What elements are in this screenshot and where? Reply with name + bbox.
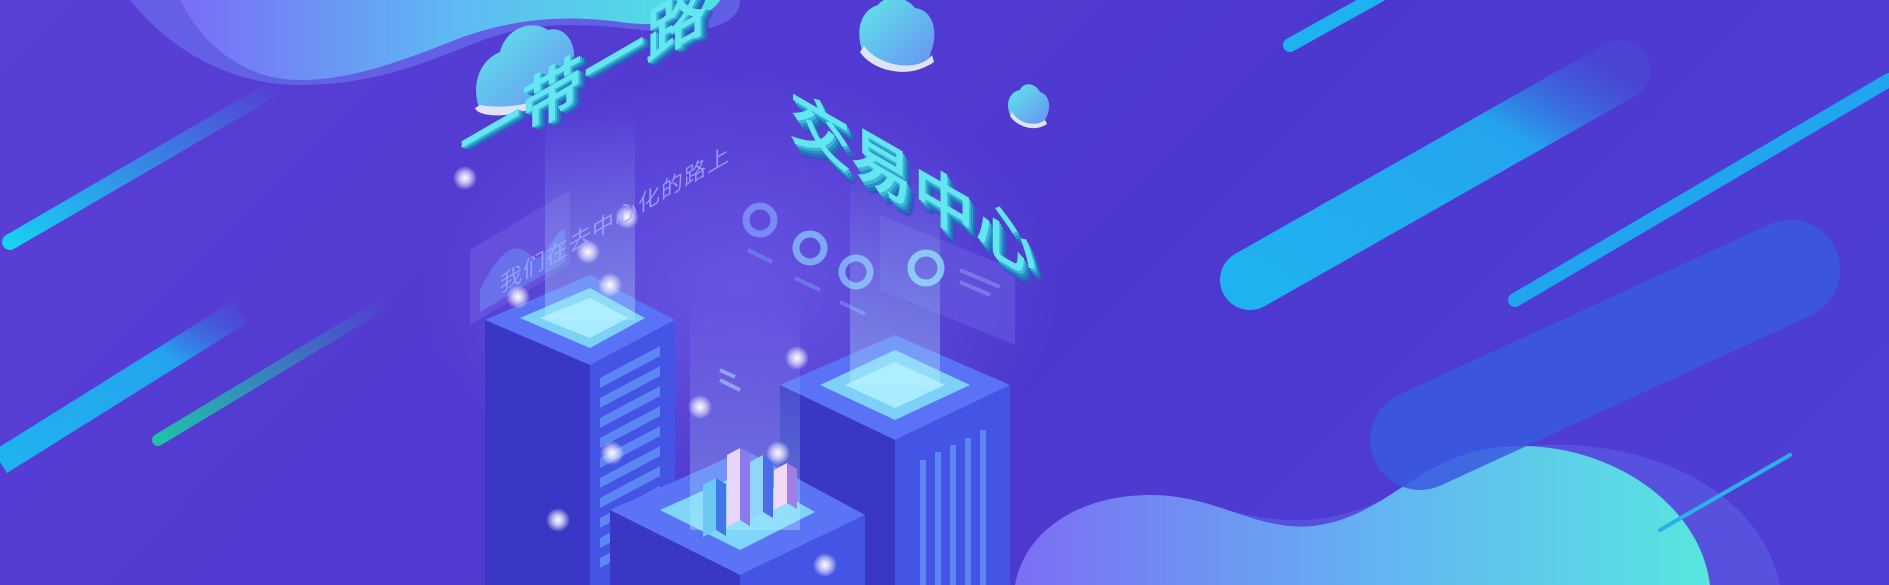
- cloud-icon: [475, 25, 575, 116]
- top-wave-blob: [130, 0, 740, 85]
- cloud-icon: [1008, 84, 1050, 129]
- hero-banner: 一带一路 交易中心 我们在去中心化的路上: [0, 0, 1889, 585]
- isometric-illustration: [0, 0, 1889, 585]
- cloud-icon: [859, 0, 935, 72]
